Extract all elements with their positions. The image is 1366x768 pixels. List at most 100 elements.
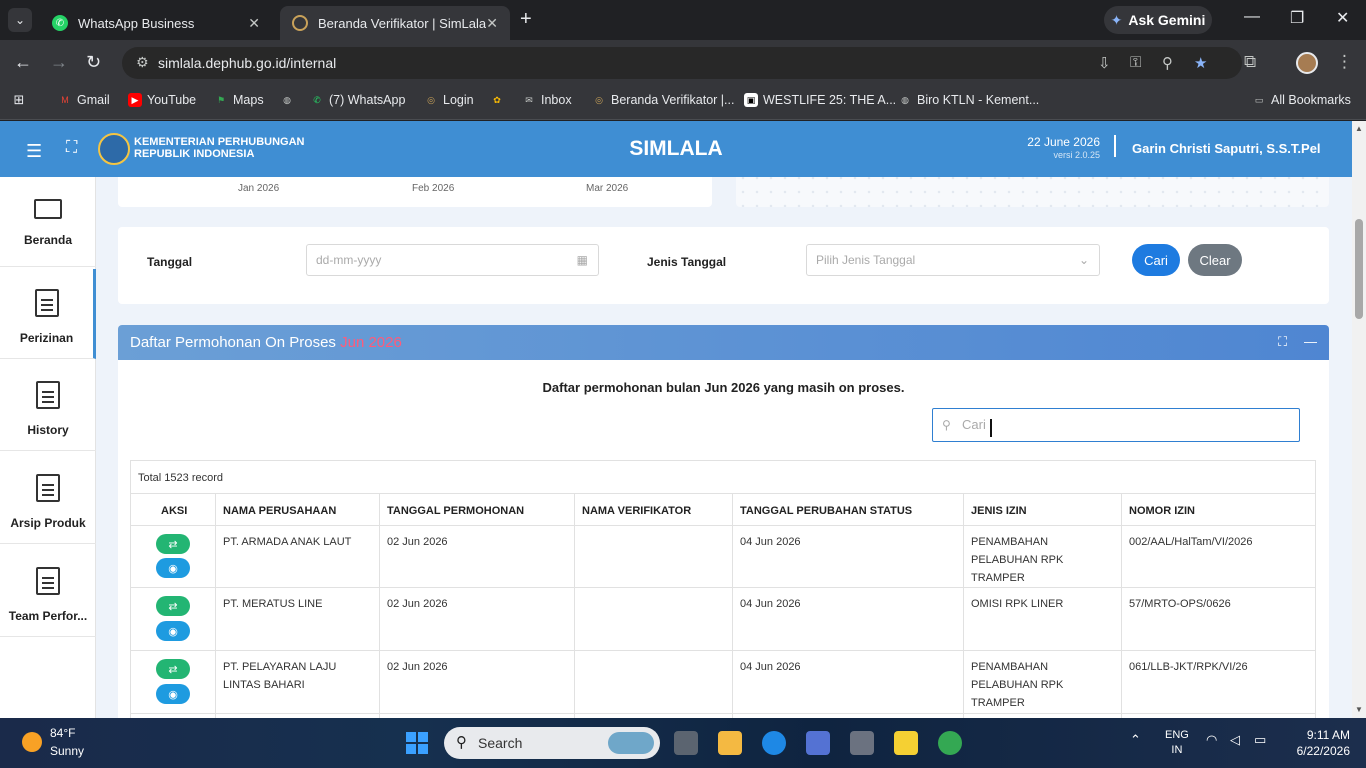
bookmark-gmail[interactable]: M Gmail bbox=[58, 93, 109, 107]
chevron-up-icon[interactable]: ⌃ bbox=[1130, 732, 1141, 748]
search-icon: ⚲ bbox=[942, 418, 951, 432]
tab-title: Beranda Verifikator | SimLala bbox=[318, 15, 487, 31]
browser-tab-bar: ⌄ ✆ WhatsApp Business ✕ Beranda Verifika… bbox=[0, 0, 1366, 40]
scroll-up-icon[interactable]: ▲ bbox=[1355, 124, 1363, 133]
collapse-icon[interactable]: — bbox=[1304, 334, 1317, 349]
all-bookmarks[interactable]: ▭ All Bookmarks bbox=[1252, 93, 1351, 107]
cari-button[interactable]: Cari bbox=[1132, 244, 1180, 276]
view-button[interactable]: ◉ bbox=[156, 684, 190, 704]
close-icon[interactable]: ✕ bbox=[248, 15, 260, 32]
tab-simlala[interactable]: Beranda Verifikator | SimLala ✕ bbox=[280, 6, 510, 40]
windows-taskbar: 84°F Sunny ⚲ Search ⌃ ENG IN ◠ ◁ ▭ 9:11 … bbox=[0, 718, 1366, 768]
sidebar-item-perizinan[interactable]: Perizinan bbox=[0, 269, 96, 359]
photos-icon: ✿ bbox=[493, 94, 501, 105]
bookmark-globe[interactable]: ◍ bbox=[280, 93, 294, 107]
minimize-button[interactable]: — bbox=[1244, 8, 1260, 26]
chrome-icon[interactable] bbox=[938, 731, 962, 755]
camera-icon[interactable] bbox=[850, 731, 874, 755]
bookmark-inbox[interactable]: ✉ Inbox bbox=[522, 93, 571, 107]
clear-button[interactable]: Clear bbox=[1188, 244, 1242, 276]
text-cursor-icon bbox=[990, 419, 992, 437]
maximize-button[interactable]: ❐ bbox=[1290, 8, 1304, 28]
volume-icon[interactable]: ◁ bbox=[1230, 732, 1240, 748]
address-bar[interactable]: ⚙ simlala.dephub.go.id/internal ⇩ ⚿ ⚲ ★ bbox=[122, 47, 1242, 79]
process-button[interactable]: ⇄ bbox=[156, 659, 190, 679]
profile-avatar[interactable] bbox=[1296, 52, 1318, 74]
chart-card: Jan 2026 Feb 2026 Mar 2026 bbox=[118, 177, 712, 207]
user-name[interactable]: Garin Christi Saputri, S.S.T.Pel bbox=[1132, 141, 1321, 156]
weather-temp[interactable]: 84°F bbox=[50, 726, 75, 740]
apps-icon[interactable]: ⊞ bbox=[12, 92, 26, 107]
sidebar-item-beranda[interactable]: Beranda bbox=[0, 177, 96, 267]
sidebar: Beranda Perizinan History Arsip Produk T… bbox=[0, 177, 96, 718]
tanggal-label: Tanggal bbox=[147, 255, 193, 269]
forward-button[interactable]: → bbox=[50, 52, 68, 73]
ask-gemini-button[interactable]: ✦ Ask Gemini bbox=[1104, 6, 1212, 34]
sidebar-item-team-performance[interactable]: Team Perfor... bbox=[0, 547, 96, 637]
page-scrollbar[interactable]: ▲ ▼ bbox=[1352, 121, 1366, 718]
system-clock[interactable]: 9:11 AM 6/22/2026 bbox=[1297, 727, 1350, 759]
expand-icon[interactable]: ⛶ bbox=[1278, 334, 1287, 350]
bookmark-photos[interactable]: ✿ bbox=[490, 93, 504, 107]
process-button[interactable]: ⇄ bbox=[156, 596, 190, 616]
bookmark-biro-ktln[interactable]: ◍ Biro KTLN - Kement... bbox=[898, 93, 1039, 107]
column-header[interactable]: NOMOR IZIN bbox=[1129, 502, 1195, 520]
password-key-icon[interactable]: ⚿ bbox=[1130, 54, 1141, 71]
jenis-tanggal-select[interactable]: Pilih Jenis Tanggal ⌄ bbox=[806, 244, 1100, 276]
bookmark-maps[interactable]: ⚑ Maps bbox=[214, 93, 264, 107]
install-app-icon[interactable]: ⇩ bbox=[1098, 54, 1111, 72]
task-view-icon[interactable] bbox=[674, 731, 698, 755]
app-icon[interactable] bbox=[806, 731, 830, 755]
column-header[interactable]: TANGGAL PERUBAHAN STATUS bbox=[740, 502, 912, 520]
column-header[interactable]: NAMA VERIFIKATOR bbox=[582, 502, 691, 520]
list-card-header: Daftar Permohonan On Proses Jun 2026 ⛶ — bbox=[118, 325, 1329, 360]
tanggal-input[interactable]: dd-mm-yyyy ▦ bbox=[306, 244, 599, 276]
window-close-button[interactable]: ✕ bbox=[1336, 8, 1349, 28]
tab-search-button[interactable]: ⌄ bbox=[8, 8, 32, 32]
view-button[interactable]: ◉ bbox=[156, 558, 190, 578]
taskbar-search[interactable]: ⚲ Search bbox=[444, 727, 660, 759]
eye-icon: ◉ bbox=[168, 688, 178, 701]
whatsapp-icon: ✆ bbox=[313, 94, 321, 105]
sidebar-item-history[interactable]: History bbox=[0, 361, 96, 451]
column-header[interactable]: TANGGAL PERMOHONAN bbox=[387, 502, 524, 520]
column-header[interactable]: JENIS IZIN bbox=[971, 502, 1027, 520]
view-button[interactable]: ◉ bbox=[156, 621, 190, 641]
wifi-icon[interactable]: ◠ bbox=[1206, 732, 1217, 748]
back-button[interactable]: ← bbox=[14, 52, 32, 73]
column-header[interactable]: NAMA PERUSAHAAN bbox=[223, 502, 336, 520]
main-content: Jan 2026 Feb 2026 Mar 2026 Tanggal dd-mm… bbox=[96, 177, 1352, 718]
reload-button[interactable]: ↻ bbox=[86, 52, 101, 73]
simlala-favicon-icon bbox=[292, 15, 308, 31]
weather-condition[interactable]: Sunny bbox=[50, 744, 84, 758]
bookmark-westlife[interactable]: ▣ WESTLIFE 25: THE A... bbox=[744, 93, 896, 107]
list-subtitle: Daftar permohonan bulan Jun 2026 yang ma… bbox=[542, 380, 905, 395]
tab-whatsapp[interactable]: ✆ WhatsApp Business ✕ bbox=[40, 6, 272, 40]
column-header[interactable]: AKSI bbox=[161, 502, 187, 520]
chevron-down-icon: ⌄ bbox=[1078, 253, 1089, 267]
close-icon[interactable]: ✕ bbox=[486, 15, 498, 32]
scroll-down-icon[interactable]: ▼ bbox=[1355, 705, 1363, 714]
extensions-icon[interactable]: ⧉ bbox=[1244, 52, 1256, 72]
start-button[interactable] bbox=[406, 732, 428, 754]
battery-icon[interactable]: ▭ bbox=[1254, 732, 1266, 748]
bookmark-youtube[interactable]: ▶ YouTube bbox=[128, 93, 196, 107]
more-menu-icon[interactable]: ⋮ bbox=[1336, 52, 1353, 72]
language-indicator[interactable]: ENG IN bbox=[1165, 728, 1189, 758]
bookmark-beranda[interactable]: ◎ Beranda Verifikator |... bbox=[592, 93, 734, 107]
file-explorer-icon[interactable] bbox=[718, 731, 742, 755]
sidebar-item-arsip-produk[interactable]: Arsip Produk bbox=[0, 454, 96, 544]
edge-icon[interactable] bbox=[762, 731, 786, 755]
site-info-icon[interactable]: ⚙ bbox=[136, 54, 149, 71]
bookmark-star-icon[interactable]: ★ bbox=[1194, 54, 1207, 72]
new-tab-button[interactable]: + bbox=[520, 8, 532, 31]
scroll-thumb[interactable] bbox=[1355, 219, 1363, 319]
process-button[interactable]: ⇄ bbox=[156, 534, 190, 554]
sticky-notes-icon[interactable] bbox=[894, 731, 918, 755]
bookmark-login[interactable]: ◎ Login bbox=[424, 93, 474, 107]
filter-card: Tanggal dd-mm-yyyy ▦ Jenis Tanggal Pilih… bbox=[118, 227, 1329, 304]
sun-icon[interactable] bbox=[22, 732, 42, 752]
table-search-input[interactable]: ⚲ Cari bbox=[932, 408, 1300, 442]
bookmark-whatsapp[interactable]: ✆ (7) WhatsApp bbox=[310, 93, 405, 107]
zoom-icon[interactable]: ⚲ bbox=[1162, 54, 1173, 72]
